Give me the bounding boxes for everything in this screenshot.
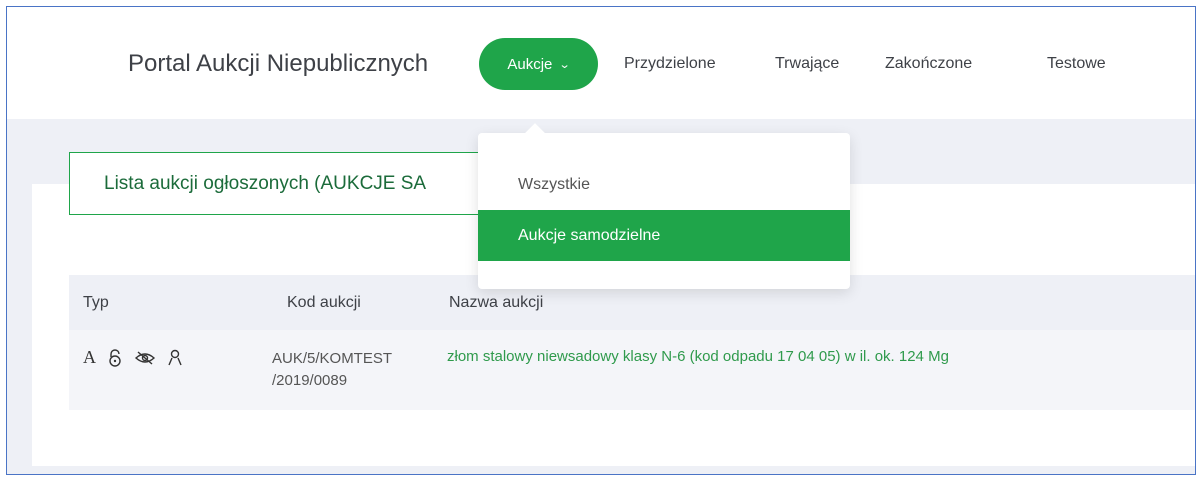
nav-przydzielone[interactable]: Przydzielone bbox=[624, 55, 716, 73]
app-frame: Portal Aukcji Niepublicznych Aukcje ⌄ Pr… bbox=[6, 6, 1196, 475]
eye-off-icon bbox=[134, 350, 156, 366]
nav-trwajace[interactable]: Trwające bbox=[775, 55, 839, 73]
nav-testowe[interactable]: Testowe bbox=[1047, 55, 1106, 73]
nav-aukcje-label: Aukcje bbox=[507, 55, 553, 73]
brand-title[interactable]: Portal Aukcji Niepublicznych bbox=[128, 50, 428, 78]
lock-icon bbox=[107, 348, 123, 367]
nav-aukcje-button[interactable]: Aukcje ⌄ bbox=[479, 38, 598, 90]
column-typ: Typ bbox=[83, 294, 109, 311]
column-kod-aukcji: Kod aukcji bbox=[287, 294, 361, 311]
table-row[interactable]: A AUK/5/KOMTEST /2019/0089 złom stalowy … bbox=[69, 330, 1195, 410]
type-icons: A bbox=[83, 347, 183, 368]
dropdown-item-aukcje-samodzielne[interactable]: Aukcje samodzielne bbox=[478, 210, 850, 261]
nav-zakonczone[interactable]: Zakończone bbox=[885, 55, 972, 73]
top-header: Portal Aukcji Niepublicznych Aukcje ⌄ Pr… bbox=[7, 7, 1195, 119]
user-icon bbox=[167, 349, 183, 367]
dropdown-item-wszystkie[interactable]: Wszystkie bbox=[478, 159, 850, 210]
auction-code: AUK/5/KOMTEST /2019/0089 bbox=[272, 348, 422, 392]
auction-code-line2: /2019/0089 bbox=[272, 372, 348, 389]
aukcje-dropdown-menu: Wszystkie Aukcje samodzielne bbox=[478, 133, 850, 289]
list-title-box: Lista aukcji ogłoszonych (AUKCJE SA bbox=[69, 152, 519, 215]
type-letter: A bbox=[83, 347, 96, 367]
column-nazwa-aukcji: Nazwa aukcji bbox=[449, 294, 544, 311]
chevron-down-icon: ⌄ bbox=[559, 58, 572, 71]
auction-name-link[interactable]: złom stalowy niewsadowy klasy N-6 (kod o… bbox=[447, 348, 949, 365]
auction-code-line1: AUK/5/KOMTEST bbox=[272, 350, 393, 367]
list-title: Lista aukcji ogłoszonych (AUKCJE SA bbox=[104, 173, 427, 194]
